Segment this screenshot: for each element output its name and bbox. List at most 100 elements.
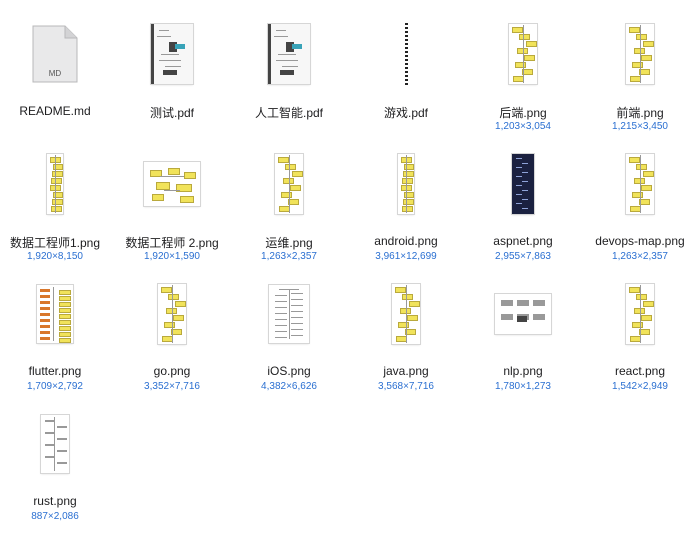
file-thumbnail	[114, 18, 230, 90]
file-thumbnail	[465, 148, 581, 220]
thumb-detail	[40, 289, 50, 292]
thumb-detail	[52, 171, 63, 177]
thumb-detail	[159, 60, 181, 61]
image-preview	[275, 154, 303, 214]
file-item[interactable]: iOS.png 4,382×6,626	[231, 278, 347, 404]
thumb-detail	[629, 287, 640, 293]
thumb-detail	[640, 25, 641, 83]
thumb-detail	[292, 171, 303, 177]
file-item[interactable]: flutter.png 1,709×2,792	[0, 278, 113, 404]
thumb-detail	[152, 194, 164, 201]
thumb-detail	[402, 294, 413, 300]
image-preview	[512, 154, 534, 214]
thumb-detail	[59, 338, 71, 343]
file-item[interactable]: aspnet.png 2,955×7,863	[465, 148, 581, 274]
thumb-detail	[275, 319, 287, 320]
thumb-detail	[516, 176, 522, 177]
thumb-detail	[268, 24, 271, 84]
thumb-detail	[165, 66, 181, 67]
file-thumbnail	[465, 278, 581, 350]
image-preview	[626, 284, 654, 344]
thumb-detail	[275, 313, 287, 314]
image-preview	[398, 154, 414, 214]
file-thumbnail	[114, 278, 230, 350]
thumb-detail	[57, 462, 67, 464]
thumb-detail	[522, 162, 528, 164]
file-item[interactable]: go.png 3,352×7,716	[114, 278, 230, 404]
image-preview	[626, 24, 654, 84]
thumb-detail	[407, 315, 418, 321]
thumb-detail	[275, 307, 287, 308]
thumb-detail	[402, 178, 413, 184]
thumb-detail	[40, 295, 50, 298]
thumb-detail	[157, 36, 171, 37]
thumb-detail	[533, 300, 545, 306]
thumb-detail	[290, 185, 301, 191]
thumb-detail	[57, 426, 67, 428]
thumb-detail	[57, 438, 67, 440]
file-item[interactable]: devops-map.png 1,263×2,357	[582, 148, 698, 274]
thumb-detail	[53, 287, 54, 341]
thumb-detail	[524, 55, 535, 61]
file-thumbnail	[0, 148, 113, 220]
thumb-detail	[51, 206, 62, 212]
thumb-detail	[526, 41, 537, 47]
thumb-detail	[175, 44, 185, 49]
file-thumbnail	[582, 18, 698, 90]
image-preview	[144, 162, 200, 206]
file-name: devops-map.png	[595, 234, 685, 248]
file-item[interactable]: 前端.png 1,215×3,450	[582, 18, 698, 144]
image-preview	[37, 285, 73, 343]
thumb-detail	[59, 308, 71, 313]
thumb-detail	[275, 295, 287, 296]
thumb-detail	[517, 300, 529, 306]
image-preview	[47, 154, 63, 214]
file-item[interactable]: nlp.png 1,780×1,273	[465, 278, 581, 404]
thumb-detail	[292, 44, 302, 49]
thumb-detail	[515, 62, 526, 68]
thumb-detail	[173, 315, 184, 321]
file-item[interactable]: rust.png 887×2,086	[0, 408, 113, 534]
image-preview	[158, 284, 186, 344]
thumb-detail	[519, 34, 530, 40]
file-item[interactable]: react.png 1,542×2,949	[582, 278, 698, 404]
file-item[interactable]: java.png 3,568×7,716	[348, 278, 464, 404]
thumb-detail	[59, 314, 71, 319]
file-grid: MD README.md 测试.pdf 人工智能.pdf 游戏.pdf 后端.png 1,2…	[0, 0, 698, 529]
file-item[interactable]: 数据工程师 2.png 1,920×1,590	[114, 148, 230, 274]
thumb-detail	[40, 319, 50, 322]
file-thumbnail	[231, 278, 347, 350]
thumb-detail	[45, 432, 55, 434]
file-item[interactable]: 人工智能.pdf	[231, 18, 347, 144]
file-item[interactable]: 数据工程师1.png 1,920×8,150	[0, 148, 113, 274]
thumb-detail	[632, 322, 643, 328]
file-item[interactable]: 运维.png 1,263×2,357	[231, 148, 347, 274]
thumb-detail	[278, 54, 296, 55]
thumb-detail	[636, 294, 647, 300]
thumb-detail	[285, 164, 296, 170]
thumb-detail	[629, 157, 640, 163]
thumb-detail	[517, 316, 527, 322]
pdf-preview	[151, 24, 193, 84]
thumb-detail	[641, 55, 652, 61]
thumb-detail	[641, 185, 652, 191]
thumb-detail	[512, 27, 523, 33]
thumb-detail	[643, 41, 654, 47]
file-thumbnail	[231, 18, 347, 90]
file-item[interactable]: 游戏.pdf	[348, 18, 464, 144]
file-type-badge: MD	[49, 69, 62, 78]
thumb-detail	[402, 206, 413, 212]
thumb-detail	[632, 62, 643, 68]
thumb-detail	[55, 155, 56, 213]
file-item[interactable]: MD README.md	[0, 18, 113, 144]
thumb-detail	[59, 320, 71, 325]
file-item[interactable]: 测试.pdf	[114, 18, 230, 144]
file-item[interactable]: 后端.png 1,203×3,054	[465, 18, 581, 144]
file-thumbnail	[348, 18, 464, 90]
thumb-detail	[160, 176, 184, 177]
thumb-detail	[161, 54, 179, 55]
thumb-detail	[164, 190, 180, 191]
thumb-detail	[640, 285, 641, 343]
image-preview	[626, 154, 654, 214]
file-item[interactable]: android.png 3,961×12,699	[348, 148, 464, 274]
